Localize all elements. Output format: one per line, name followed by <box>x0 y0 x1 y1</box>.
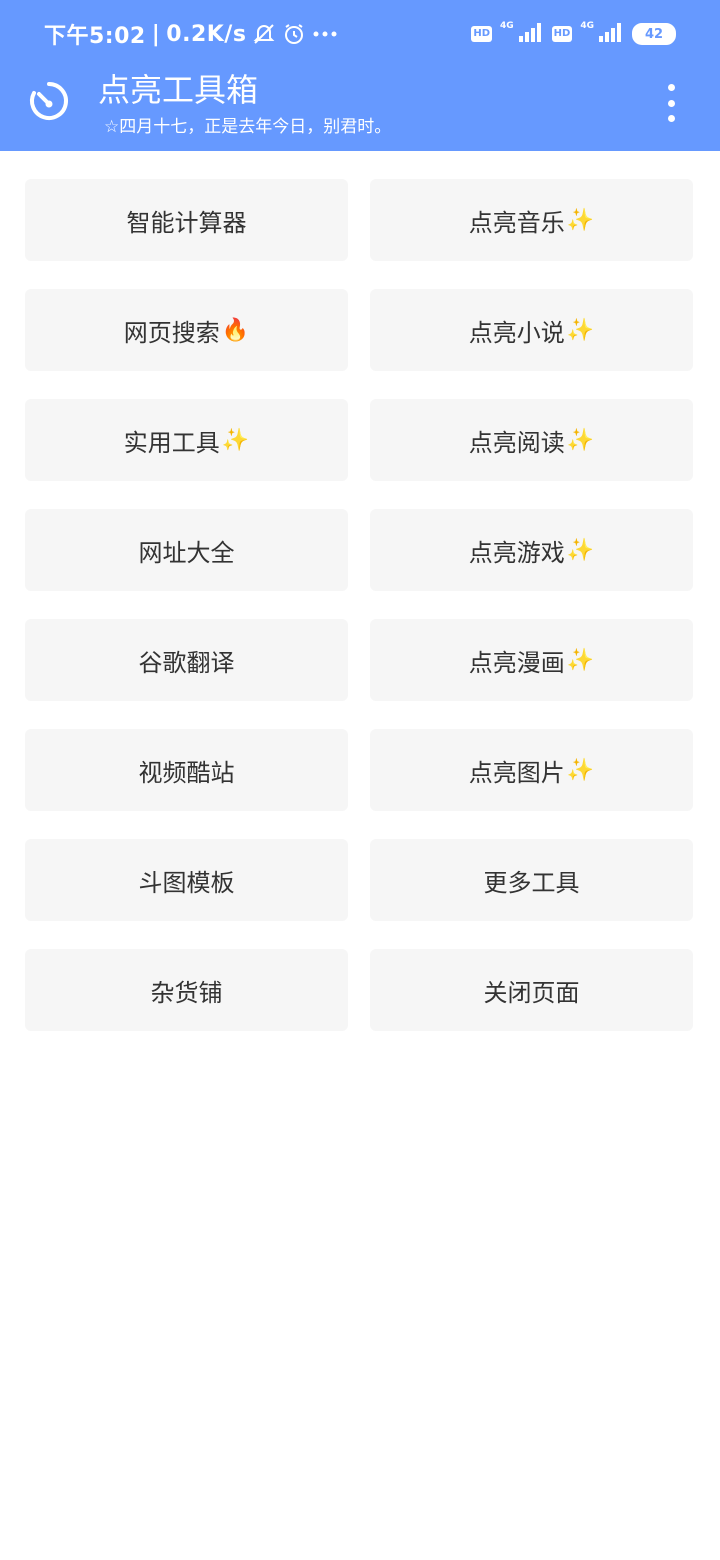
tile-label: 杂货铺 <box>150 978 223 1007</box>
tile-label: 点亮游戏 <box>468 538 565 567</box>
tile-grocery[interactable]: 杂货铺 <box>25 949 348 1031</box>
app-title: 点亮工具箱 <box>98 71 259 109</box>
tile-google-translate[interactable]: 谷歌翻译 <box>25 619 348 701</box>
tile-meme-templates[interactable]: 斗图模板 <box>25 839 348 921</box>
tile-label: 更多工具 <box>483 868 580 897</box>
tool-grid: 智能计算器 点亮音乐 ✨ 网页搜索 🔥 点亮小说 ✨ 实用工具 ✨ 点亮阅读 ✨… <box>25 179 693 1031</box>
tile-calculator[interactable]: 智能计算器 <box>25 179 348 261</box>
tile-label: 点亮小说 <box>468 318 565 347</box>
tile-label: 点亮漫画 <box>468 648 565 677</box>
sparkle-icon: ✨ <box>566 207 595 233</box>
tile-music[interactable]: 点亮音乐 ✨ <box>370 179 693 261</box>
tile-label: 网页搜索 <box>123 318 220 347</box>
tile-comics[interactable]: 点亮漫画 ✨ <box>370 619 693 701</box>
tile-more-tools[interactable]: 更多工具 <box>370 839 693 921</box>
tile-novel[interactable]: 点亮小说 ✨ <box>370 289 693 371</box>
status-time: 下午5:02 <box>44 24 146 49</box>
sparkle-icon: ✨ <box>566 317 595 343</box>
tile-utilities[interactable]: 实用工具 ✨ <box>25 399 348 481</box>
tile-label: 点亮音乐 <box>468 208 565 237</box>
net-type-sim2: 4G <box>580 21 594 31</box>
sparkle-icon: ✨ <box>566 757 595 783</box>
timer-icon[interactable] <box>26 78 72 124</box>
alarm-icon <box>282 22 306 46</box>
status-right: HD 4G HD 4G 42 <box>471 18 676 50</box>
tile-url-directory[interactable]: 网址大全 <box>25 509 348 591</box>
battery-indicator: 42 <box>632 23 676 45</box>
tile-label: 实用工具 <box>123 428 220 457</box>
tile-images[interactable]: 点亮图片 ✨ <box>370 729 693 811</box>
tile-label: 视频酷站 <box>138 758 235 787</box>
status-separator: | <box>151 21 161 47</box>
hd-badge-sim2: HD <box>551 26 573 42</box>
tile-label: 斗图模板 <box>138 868 235 897</box>
more-vert-icon[interactable] <box>656 84 686 122</box>
net-type-sim1: 4G <box>500 21 514 31</box>
mute-icon <box>252 22 276 46</box>
tile-label: 点亮图片 <box>468 758 565 787</box>
more-dots-icon <box>312 29 338 39</box>
hd-badge-sim1: HD <box>471 26 493 42</box>
sparkle-icon: ✨ <box>566 537 595 563</box>
tile-games[interactable]: 点亮游戏 ✨ <box>370 509 693 591</box>
tile-label: 智能计算器 <box>126 208 247 237</box>
tile-web-search[interactable]: 网页搜索 🔥 <box>25 289 348 371</box>
tile-close-page[interactable]: 关闭页面 <box>370 949 693 1031</box>
signal-icon <box>518 22 544 46</box>
sparkle-icon: ✨ <box>566 647 595 673</box>
tile-video-sites[interactable]: 视频酷站 <box>25 729 348 811</box>
tile-label: 谷歌翻译 <box>138 648 235 677</box>
sparkle-icon: ✨ <box>566 427 595 453</box>
tile-reading[interactable]: 点亮阅读 ✨ <box>370 399 693 481</box>
tile-label: 网址大全 <box>138 538 235 567</box>
status-left: 下午5:02 | 0.2K/s <box>44 18 338 50</box>
network-speed: 0.2K/s <box>166 21 247 47</box>
app-subtitle: ☆四月十七，正是去年今日，别君时。 <box>104 117 392 137</box>
sparkle-icon: ✨ <box>221 427 250 453</box>
fire-icon: 🔥 <box>221 317 250 343</box>
signal-icon <box>598 22 624 46</box>
status-bar: 下午5:02 | 0.2K/s HD 4G HD 4G 42 <box>0 0 720 66</box>
tile-label: 点亮阅读 <box>468 428 565 457</box>
tile-label: 关闭页面 <box>483 978 580 1007</box>
app-header: 下午5:02 | 0.2K/s HD 4G HD 4G 42 点亮工具箱 ☆四月… <box>0 0 720 151</box>
